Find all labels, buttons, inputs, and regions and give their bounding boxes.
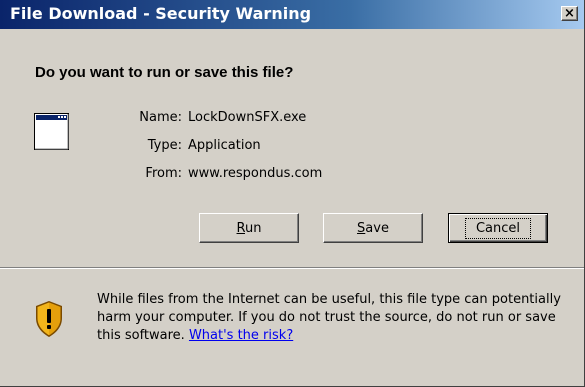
application-window-icon xyxy=(34,113,69,154)
from-label: From: xyxy=(145,166,182,181)
run-button-label: Run xyxy=(236,220,262,236)
whats-the-risk-link[interactable]: What's the risk? xyxy=(189,328,293,343)
save-button[interactable]: Save xyxy=(323,213,423,243)
dialog-question: Do you want to run or save this file? xyxy=(35,64,294,81)
cancel-button-label: Cancel xyxy=(464,217,532,239)
security-shield-icon xyxy=(34,300,64,342)
security-warning-message: While files from the Internet can be use… xyxy=(97,291,575,345)
title-bar[interactable]: File Download - Security Warning × xyxy=(0,0,584,29)
name-label: Name: xyxy=(139,110,182,125)
file-source-value: www.respondus.com xyxy=(188,166,323,181)
separator-highlight xyxy=(0,268,584,269)
save-button-label: Save xyxy=(357,220,389,236)
close-button[interactable]: × xyxy=(561,6,578,21)
window-title: File Download - Security Warning xyxy=(10,4,312,23)
cancel-button[interactable]: Cancel xyxy=(448,213,548,243)
close-icon: × xyxy=(564,6,575,21)
warning-text: While files from the Internet can be use… xyxy=(97,292,561,343)
file-type-value: Application xyxy=(188,138,261,153)
type-label: Type: xyxy=(147,138,182,153)
file-name-value: LockDownSFX.exe xyxy=(188,110,307,125)
run-button[interactable]: Run xyxy=(199,213,299,243)
security-warning-dialog: File Download - Security Warning × Do yo… xyxy=(0,0,585,387)
